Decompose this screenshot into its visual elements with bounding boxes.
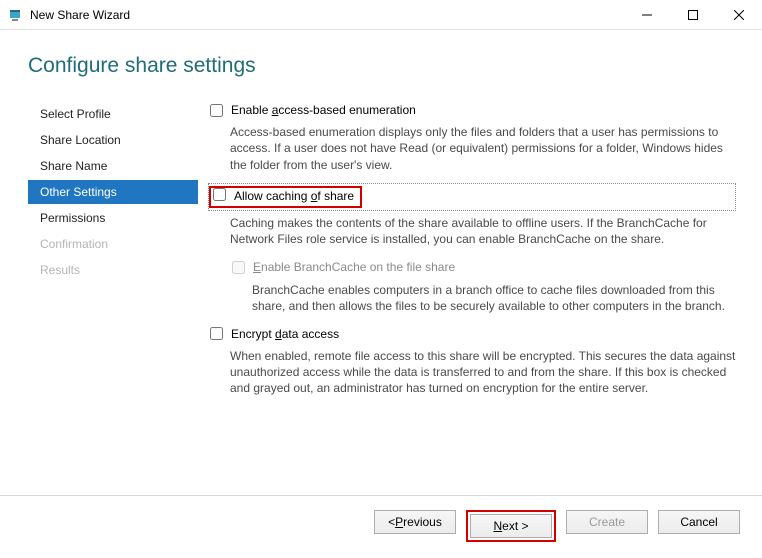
nav-other-settings[interactable]: Other Settings: [28, 180, 198, 204]
option-branchcache: Enable BranchCache on the file share Bra…: [230, 257, 736, 314]
next-highlight: Next >: [466, 510, 556, 542]
page-heading: Configure share settings: [0, 30, 762, 96]
abe-label: Enable access-based enumeration: [231, 102, 416, 118]
option-encrypt: Encrypt data access When enabled, remote…: [208, 324, 736, 397]
wizard-footer: < Previous Next > Create Cancel: [0, 495, 762, 558]
nav-select-profile[interactable]: Select Profile: [28, 102, 198, 126]
maximize-button[interactable]: [670, 0, 716, 30]
option-caching: Allow caching of share Caching makes the…: [208, 183, 736, 314]
abe-checkbox[interactable]: [210, 104, 223, 117]
encrypt-label: Encrypt data access: [231, 326, 339, 342]
title-bar: New Share Wizard: [0, 0, 762, 30]
wizard-nav: Select Profile Share Location Share Name…: [28, 96, 198, 495]
nav-share-location[interactable]: Share Location: [28, 128, 198, 152]
nav-results: Results: [28, 258, 198, 282]
caching-highlight: Allow caching of share: [209, 186, 362, 208]
branchcache-checkbox: [232, 261, 245, 274]
nav-share-name[interactable]: Share Name: [28, 154, 198, 178]
previous-button[interactable]: < Previous: [374, 510, 456, 534]
app-icon: [8, 7, 24, 23]
branchcache-label: Enable BranchCache on the file share: [253, 259, 455, 275]
create-button: Create: [566, 510, 648, 534]
abe-description: Access-based enumeration displays only t…: [230, 124, 736, 173]
encrypt-checkbox[interactable]: [210, 327, 223, 340]
caching-label: Allow caching of share: [234, 188, 354, 204]
cancel-button[interactable]: Cancel: [658, 510, 740, 534]
branchcache-description: BranchCache enables computers in a branc…: [252, 282, 736, 314]
encrypt-description: When enabled, remote file access to this…: [230, 348, 736, 397]
minimize-button[interactable]: [624, 0, 670, 30]
nav-confirmation: Confirmation: [28, 232, 198, 256]
settings-panel: Enable access-based enumeration Access-b…: [198, 96, 762, 495]
next-button[interactable]: Next >: [470, 514, 552, 538]
window-title: New Share Wizard: [30, 8, 130, 22]
close-button[interactable]: [716, 0, 762, 30]
nav-permissions[interactable]: Permissions: [28, 206, 198, 230]
caching-description: Caching makes the contents of the share …: [230, 215, 736, 247]
caching-checkbox[interactable]: [213, 188, 226, 201]
option-abe: Enable access-based enumeration Access-b…: [208, 100, 736, 173]
